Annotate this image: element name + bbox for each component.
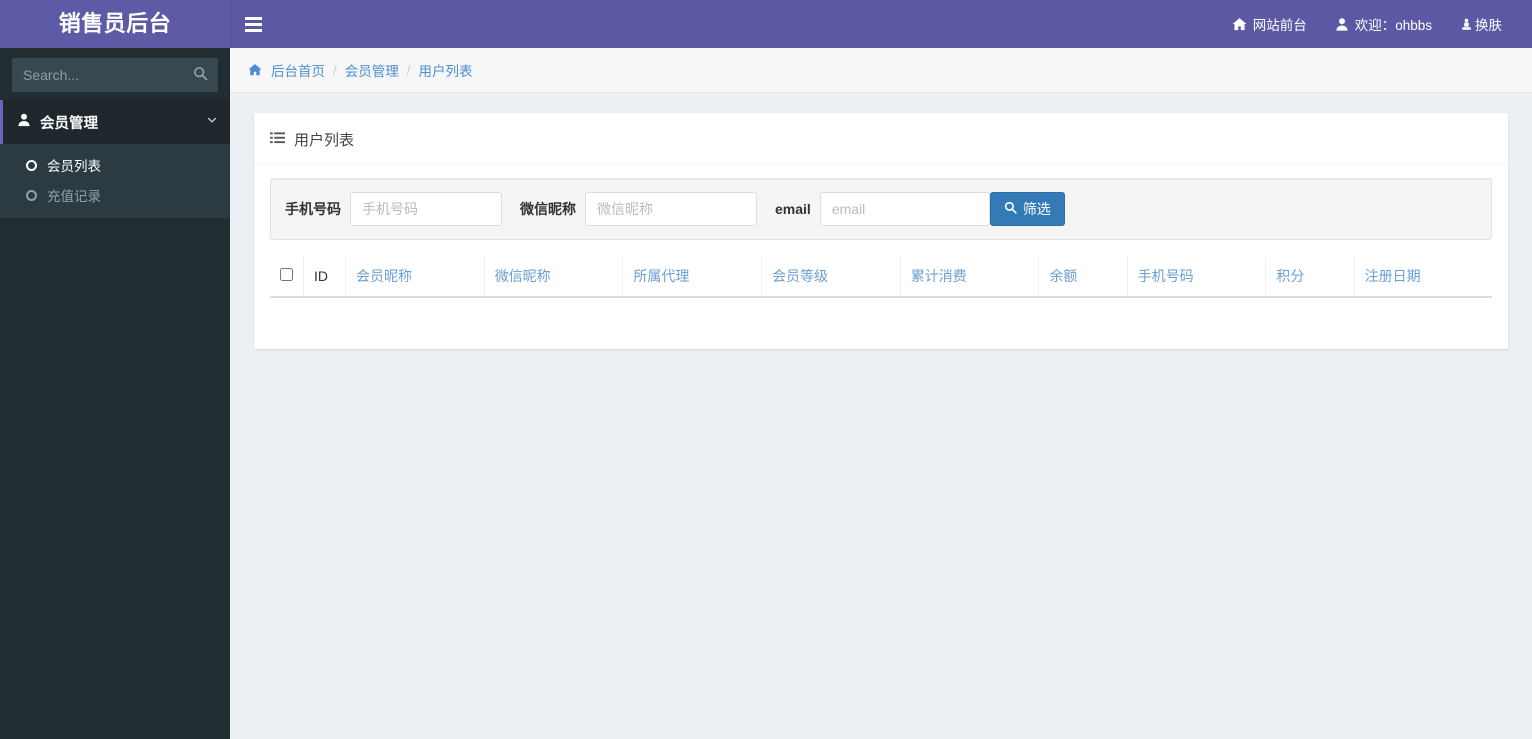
user-table: ID 会员昵称 微信昵称 所属代理 会员等级 累计消费 余额 手机号码 积分 注…: [270, 256, 1492, 331]
filter-email-label: email: [775, 201, 811, 217]
search-button[interactable]: [183, 59, 217, 91]
app-root: 销售员后台 网站前台 欢迎：ohbbs 换肤 Search... 会员管理 会员…: [0, 0, 1532, 739]
navbar: 网站前台 欢迎：ohbbs 换肤: [230, 0, 1532, 48]
filter-phone-input[interactable]: [350, 192, 502, 226]
sidebar-subitem-label: 会员列表: [47, 159, 101, 174]
sidebar-subitem-member-list: 会员列表: [0, 150, 230, 180]
list-icon: [270, 131, 285, 149]
table-header-select-all: [270, 256, 304, 298]
breadcrumb-item-member-management[interactable]: 会员管理: [345, 60, 399, 80]
user-table-head: ID 会员昵称 微信昵称 所属代理 会员等级 累计消费 余额 手机号码 积分 注…: [270, 256, 1492, 298]
breadcrumb-separator: /: [406, 62, 411, 78]
chevron-down-icon: [206, 114, 218, 130]
home-icon: [248, 63, 262, 77]
table-header-total-spend[interactable]: 累计消费: [900, 256, 1040, 298]
table-header-phone[interactable]: 手机号码: [1127, 256, 1267, 298]
table-empty-cell: [270, 297, 1492, 331]
table-header-wechat-nickname[interactable]: 微信昵称: [484, 256, 624, 298]
nav-item-welcome-user[interactable]: 欢迎：ohbbs: [1321, 0, 1446, 48]
table-header-member-nickname[interactable]: 会员昵称: [345, 256, 485, 298]
content-wrapper: 后台首页 / 会员管理 / 用户列表 用户列表 手机号码 手机号码 微信昵称 微…: [230, 48, 1532, 739]
filter-email-input[interactable]: [819, 192, 990, 226]
nav-item-skin-label: 换肤: [1475, 18, 1502, 33]
search-icon: [193, 66, 208, 84]
home-icon: [1232, 17, 1247, 32]
sidebar-submenu: 会员列表 充值记录: [0, 144, 230, 218]
user-table-body: [270, 297, 1492, 331]
filter-form: 手机号码 微信昵称 email: [270, 178, 1492, 240]
table-header-id[interactable]: ID: [303, 256, 346, 298]
filter-phone-group: 手机号码: [285, 192, 502, 226]
search-icon: [1004, 201, 1017, 217]
select-all-checkbox[interactable]: [280, 268, 293, 281]
filter-phone-label: 手机号码: [285, 201, 341, 217]
sidebar-subitem-recharge-records-link[interactable]: 充值记录: [0, 180, 230, 210]
logo[interactable]: 销售员后台: [0, 0, 230, 48]
sidebar: 会员管理 会员列表 充值记录: [0, 48, 230, 739]
sidebar-subitem-member-list-link[interactable]: 会员列表: [0, 150, 230, 180]
main-header: 销售员后台 网站前台 欢迎：ohbbs 换肤: [0, 0, 1532, 48]
filter-wechat-group: 微信昵称: [520, 192, 757, 226]
content: 用户列表 手机号码 微信昵称: [230, 93, 1532, 369]
user-list-panel: 用户列表 手机号码 微信昵称: [254, 113, 1508, 349]
table-header-row: ID 会员昵称 微信昵称 所属代理 会员等级 累计消费 余额 手机号码 积分 注…: [270, 256, 1492, 298]
breadcrumb-item-user-list[interactable]: 用户列表: [419, 60, 473, 80]
sidebar-subitem-recharge-records: 充值记录: [0, 180, 230, 210]
filter-submit-button[interactable]: 筛选: [989, 192, 1065, 226]
table-header-register-date[interactable]: 注册日期: [1354, 256, 1492, 298]
table-empty-row: [270, 297, 1492, 331]
sidebar-menu: 会员管理 会员列表 充值记录: [0, 100, 230, 218]
table-header-points[interactable]: 积分: [1265, 256, 1355, 298]
breadcrumb-separator: /: [333, 62, 337, 78]
sidebar-item-member-management-link[interactable]: 会员管理: [0, 100, 230, 144]
navbar-right: 网站前台 欢迎：ohbbs 换肤: [1218, 0, 1532, 48]
user-icon: [17, 113, 31, 131]
nav-item-skin[interactable]: 换肤: [1446, 0, 1518, 48]
table-header-agent[interactable]: 所属代理: [622, 256, 763, 298]
filter-submit-label: 筛选: [1022, 201, 1051, 217]
filter-email-group: email: [775, 192, 990, 226]
breadcrumb: 后台首页 / 会员管理 / 用户列表: [248, 60, 1512, 80]
table-header-member-level[interactable]: 会员等级: [761, 256, 901, 298]
user-icon: [1335, 17, 1349, 32]
nav-item-frontend-label: 网站前台: [1252, 18, 1307, 33]
sidebar-search: [0, 48, 230, 100]
nav-item-frontend[interactable]: 网站前台: [1218, 0, 1321, 48]
circle-icon: [26, 189, 37, 201]
filter-wechat-label: 微信昵称: [520, 201, 576, 217]
logo-text: 销售员后台: [58, 11, 172, 36]
sidebar-toggle-button[interactable]: [230, 0, 276, 48]
sidebar-item-member-management: 会员管理 会员列表 充值记录: [0, 100, 230, 218]
filter-wechat-input[interactable]: [585, 192, 757, 226]
sidebar-item-label: 会员管理: [40, 115, 98, 132]
nav-item-welcome-label: 欢迎：ohbbs: [1354, 18, 1432, 33]
content-header: 后台首页 / 会员管理 / 用户列表: [230, 48, 1532, 93]
table-header-balance[interactable]: 余额: [1038, 256, 1128, 298]
panel-title: 用户列表: [294, 132, 355, 149]
skin-icon: [1460, 17, 1473, 32]
circle-icon: [26, 159, 37, 171]
sidebar-subitem-label: 充值记录: [47, 189, 101, 204]
breadcrumb-item-home[interactable]: 后台首页: [271, 60, 325, 80]
panel-body: 手机号码 微信昵称 email: [254, 164, 1508, 349]
panel-header: 用户列表: [254, 116, 1508, 164]
hamburger-icon: [244, 14, 262, 35]
